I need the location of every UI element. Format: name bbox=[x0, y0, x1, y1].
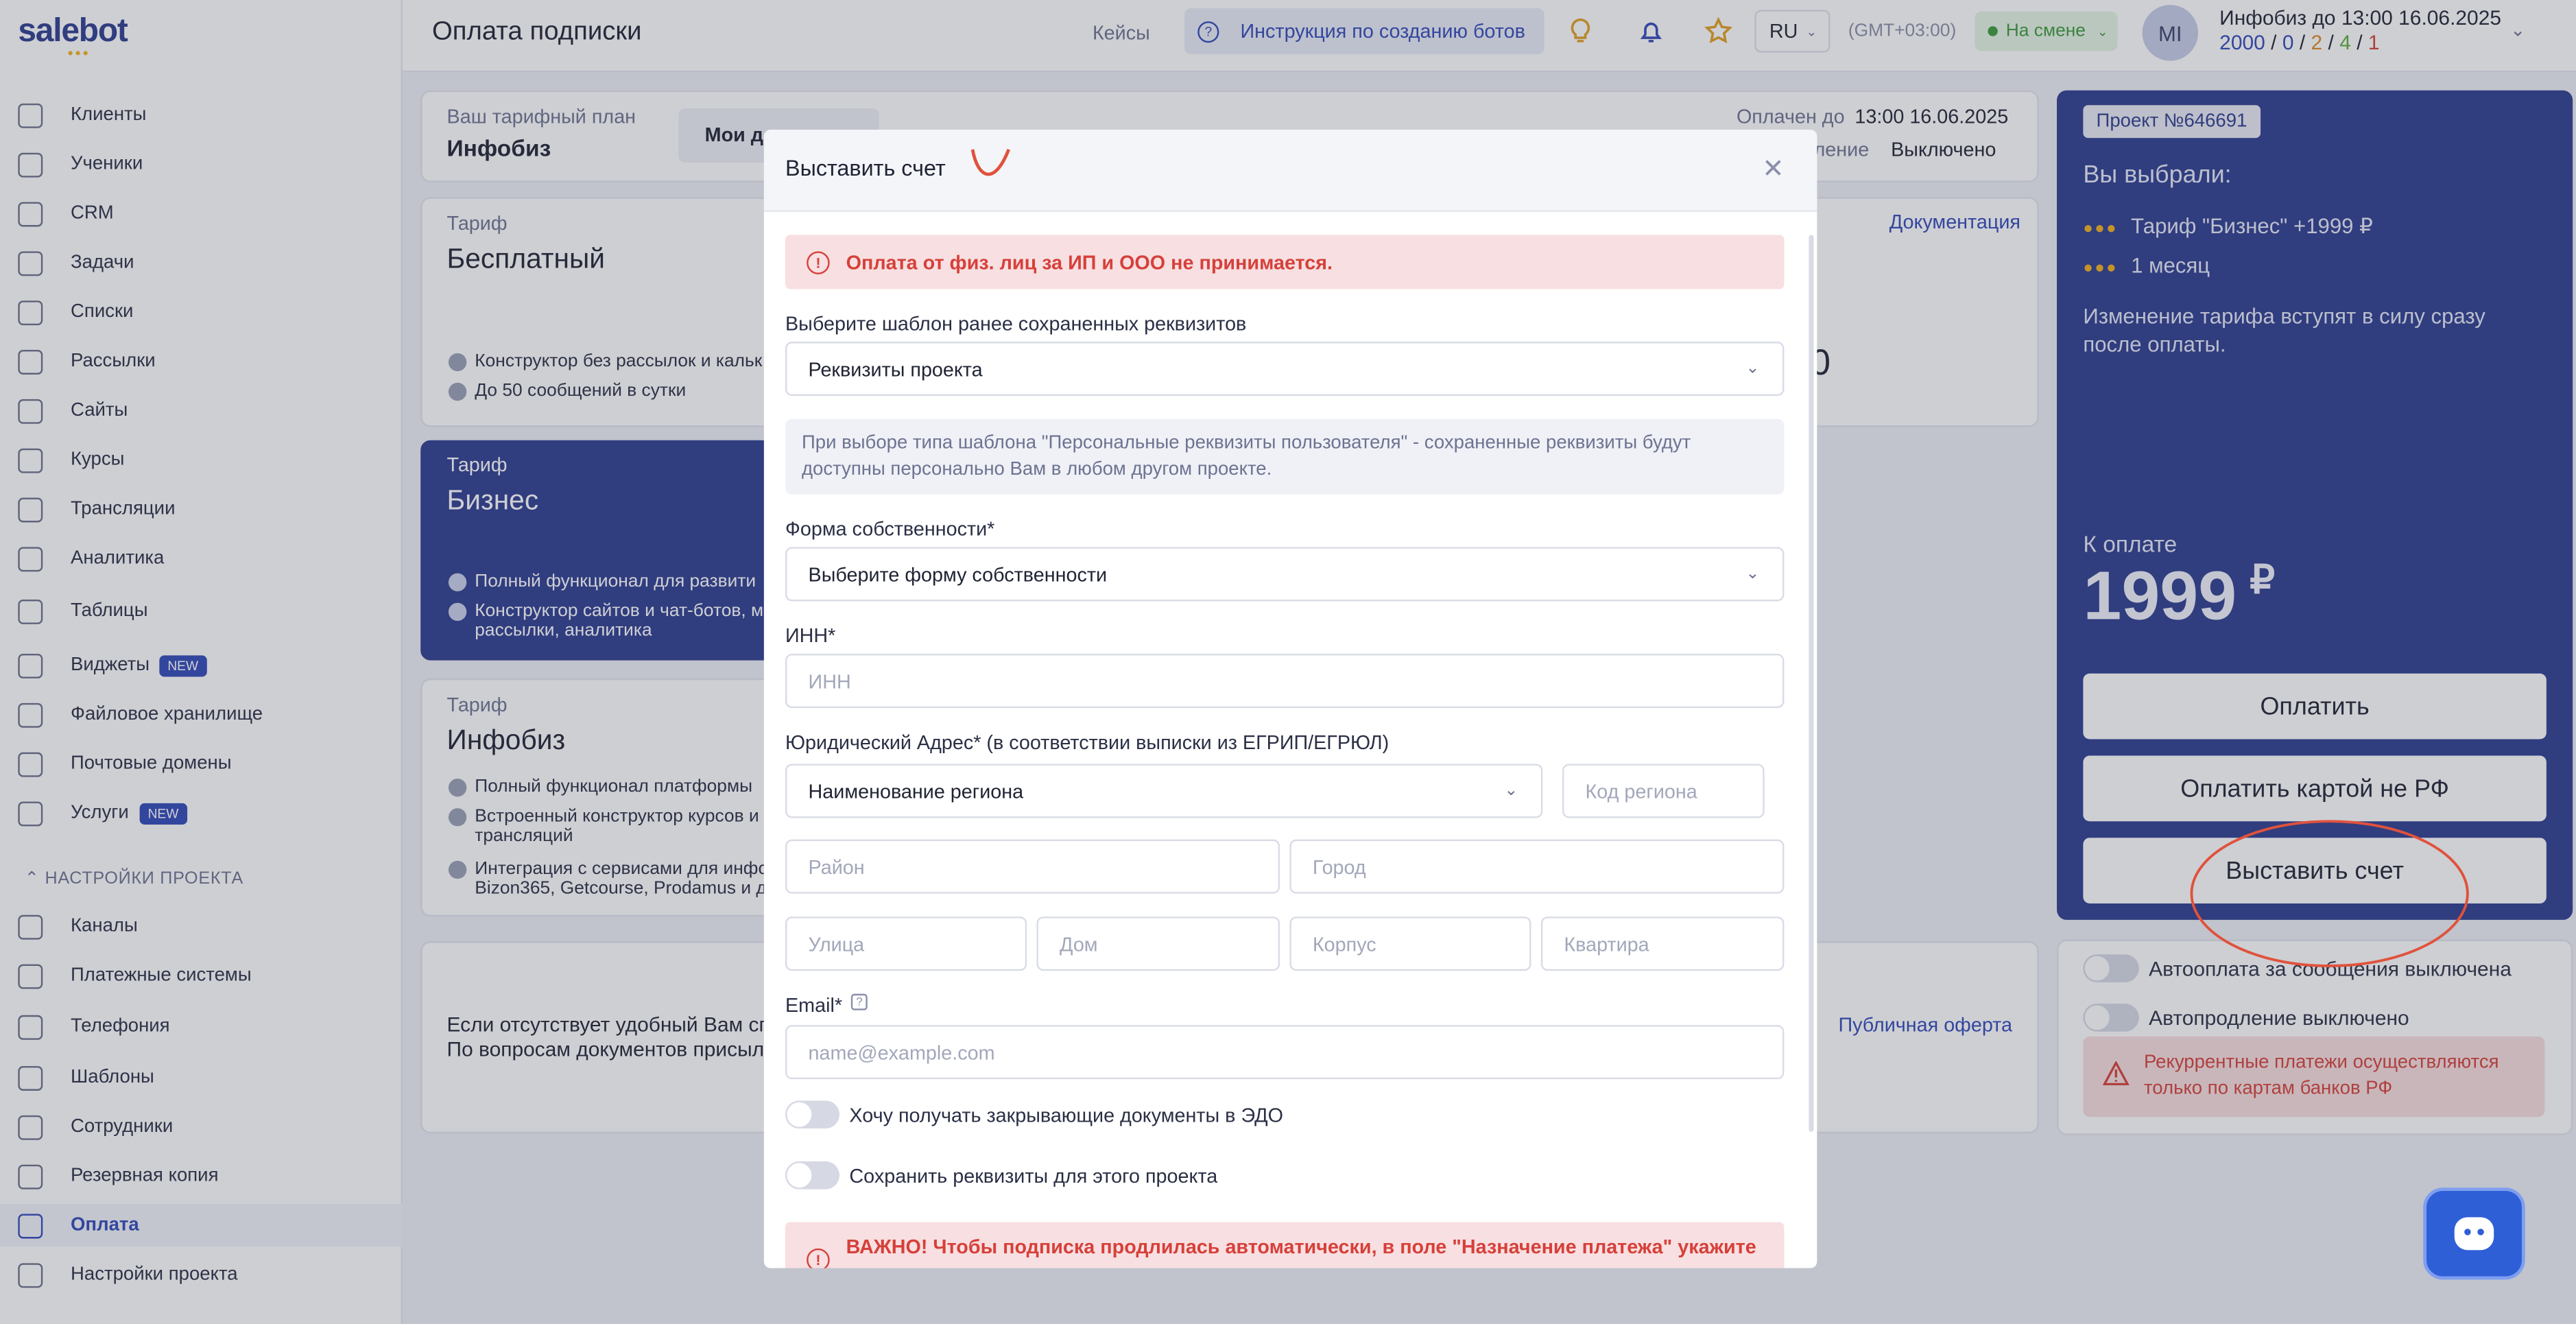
email-input[interactable]: name@example.com bbox=[785, 1025, 1785, 1080]
house-input[interactable]: Дом bbox=[1036, 917, 1280, 971]
chevron-down-icon: ⌄ bbox=[1745, 359, 1760, 378]
toggle-switch[interactable] bbox=[785, 1100, 840, 1129]
ownership-form-select[interactable]: Выберите форму собственности ⌄ bbox=[785, 547, 1785, 602]
modal-title: Выставить счет bbox=[785, 156, 946, 181]
region-select[interactable]: Наименование региона ⌄ bbox=[785, 764, 1543, 818]
region-code-input[interactable]: Код региона bbox=[1562, 764, 1765, 818]
modal-scrollbar[interactable] bbox=[1809, 235, 1814, 1132]
invoice-modal: Выставить счет ✕ ! Оплата от физ. лиц за… bbox=[763, 130, 1817, 1268]
help-icon[interactable]: ? bbox=[850, 993, 868, 1010]
save-requisites-toggle[interactable]: Сохранить реквизиты для этого проекта bbox=[785, 1161, 1217, 1190]
street-input[interactable]: Улица bbox=[785, 917, 1027, 971]
alert-banner: ! Оплата от физ. лиц за ИП и ООО не прин… bbox=[785, 235, 1785, 289]
chatbot-assistant-button[interactable] bbox=[2423, 1187, 2525, 1280]
inn-input[interactable]: ИНН bbox=[785, 654, 1785, 709]
annotation-check-mark bbox=[970, 149, 1011, 176]
chevron-down-icon: ⌄ bbox=[1745, 565, 1760, 584]
info-alert-icon: ! bbox=[807, 1248, 830, 1268]
template-info-note: При выборе типа шаблона "Персональные ре… bbox=[785, 418, 1785, 495]
important-alert-banner: ! ВАЖНО! Чтобы подписка продлилась автом… bbox=[785, 1222, 1785, 1268]
toggle-switch[interactable] bbox=[785, 1161, 840, 1190]
chevron-down-icon: ⌄ bbox=[1504, 781, 1518, 801]
city-input[interactable]: Город bbox=[1289, 839, 1785, 894]
info-alert-icon: ! bbox=[807, 251, 830, 274]
district-input[interactable]: Район bbox=[785, 839, 1280, 894]
edo-toggle[interactable]: Хочу получать закрывающие документы в ЭД… bbox=[785, 1100, 1283, 1129]
building-input[interactable]: Корпус bbox=[1289, 917, 1531, 971]
apartment-input[interactable]: Квартира bbox=[1540, 917, 1785, 971]
robot-icon bbox=[2454, 1217, 2494, 1251]
app-root: salebot ●●● Клиенты Ученики CRM Задачи С… bbox=[0, 0, 2576, 1324]
close-icon[interactable]: ✕ bbox=[1762, 153, 1784, 186]
requisites-template-select[interactable]: Реквизиты проекта ⌄ bbox=[785, 342, 1785, 397]
email-label: Email* ? bbox=[785, 993, 868, 1017]
annotation-circle bbox=[2190, 820, 2469, 967]
modal-header: Выставить счет ✕ bbox=[763, 130, 1817, 212]
